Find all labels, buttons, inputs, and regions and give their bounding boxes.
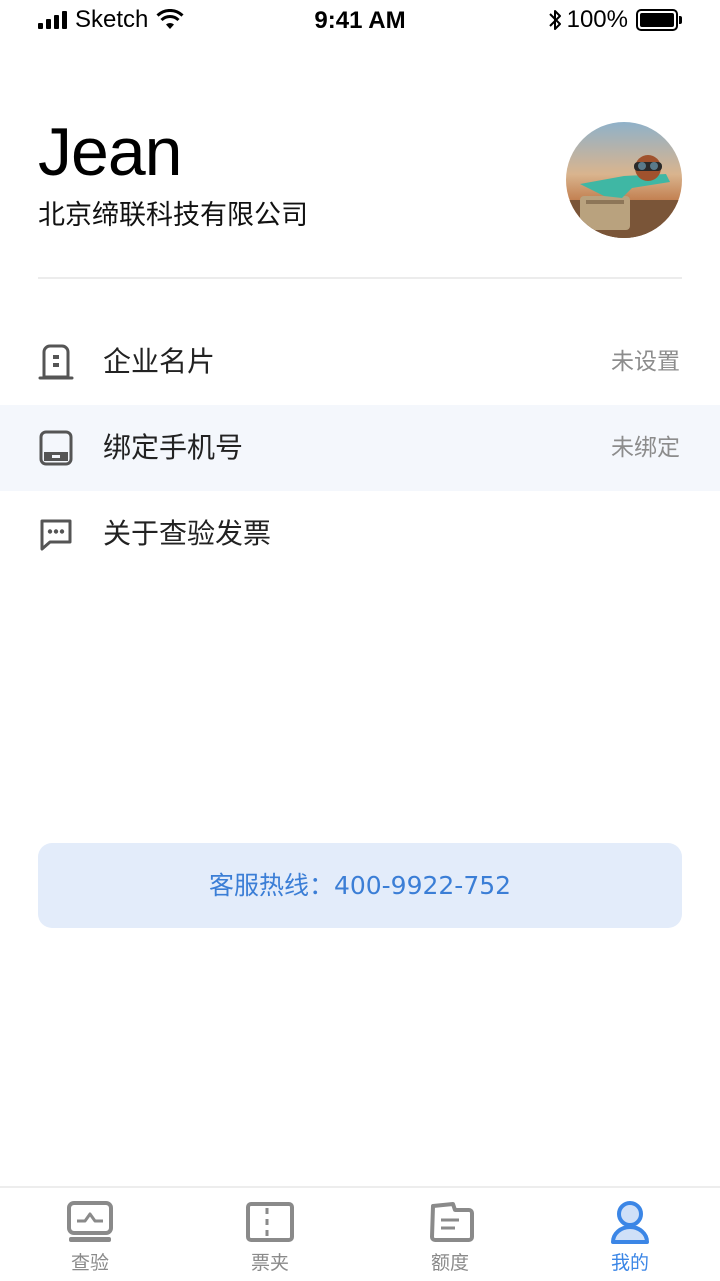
tab-label: 额度 [430,1252,469,1274]
menu-item-about[interactable]: 关于查验发票 [0,491,720,577]
menu-item-bind-phone[interactable]: 绑定手机号 未绑定 [0,405,720,491]
menu-item-label: 企业名片 [103,345,216,378]
user-name: Jean [38,114,182,190]
business-card-icon [38,344,74,380]
quota-icon [430,1202,474,1242]
status-right: 100% [547,6,682,34]
tab-bar: 查验 票夹 额度 我的 [0,1186,720,1281]
monitor-icon [67,1201,113,1242]
profile-header: Jean 北京缔联科技有限公司 [38,110,682,280]
tab-ticket-folder[interactable]: 票夹 [180,1188,360,1281]
company-name: 北京缔联科技有限公司 [38,200,308,231]
tab-quota[interactable]: 额度 [360,1188,540,1281]
status-bar: Sketch 9:41 AM 100% [0,0,720,40]
customer-hotline-button[interactable]: 客服热线：400-9922-752 [38,843,682,928]
chat-bubble-icon [40,519,72,551]
battery-percent: 100% [566,6,628,33]
tab-label: 查验 [70,1252,109,1274]
avatar[interactable] [566,122,682,238]
header-divider [38,277,682,279]
tab-label: 票夹 [250,1252,289,1274]
battery-icon [636,9,682,31]
menu-item-value: 未设置 [611,349,680,375]
menu-item-value: 未绑定 [611,435,680,461]
settings-menu: 企业名片 未设置 绑定手机号 未绑定 关于查验发票 [0,319,720,577]
avatar-photo-icon [566,122,682,238]
menu-item-business-card[interactable]: 企业名片 未设置 [0,319,720,405]
phone-icon [39,430,73,466]
tab-check[interactable]: 查验 [0,1188,180,1281]
menu-item-label: 绑定手机号 [103,431,244,464]
ticket-icon [246,1202,294,1242]
person-icon [611,1201,649,1244]
bluetooth-icon [548,10,561,30]
tab-label: 我的 [610,1252,649,1274]
tab-mine[interactable]: 我的 [540,1188,720,1281]
menu-item-label: 关于查验发票 [103,517,272,550]
